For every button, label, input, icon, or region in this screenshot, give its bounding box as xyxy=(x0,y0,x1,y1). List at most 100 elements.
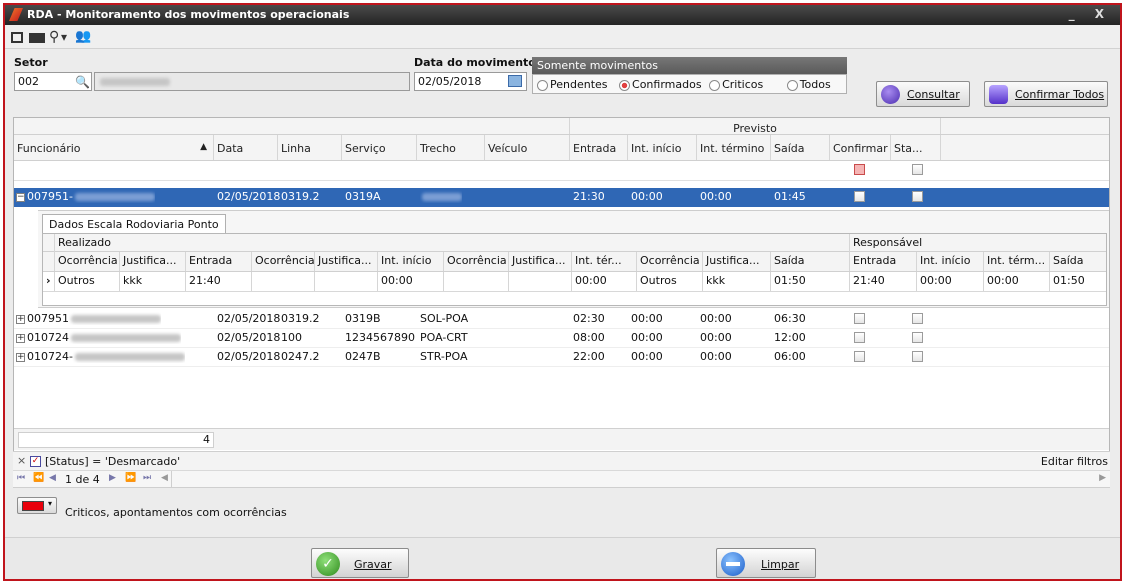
int-termino-cell: 00:00 xyxy=(700,350,732,363)
radio-confirmados[interactable]: Confirmados xyxy=(619,78,702,91)
data-cell: 02/05/2018 xyxy=(217,350,281,363)
magnifier-icon[interactable]: 🔍 xyxy=(75,75,90,89)
users-icon[interactable]: 👥 xyxy=(75,30,91,44)
confirmar-filter-checkbox[interactable] xyxy=(854,164,865,175)
toolbar: ⚲ ▾ 👥 xyxy=(5,25,1120,49)
dcol-int-termino[interactable]: Int. tér... xyxy=(572,252,637,271)
window-title: RDA - Monitoramento dos movimentos opera… xyxy=(27,8,350,21)
expand-icon[interactable]: + xyxy=(16,314,25,324)
dcol-resp-int-inicio[interactable]: Int. início xyxy=(917,252,984,271)
next-page-icon[interactable]: ⏩ xyxy=(125,473,136,483)
dcell xyxy=(444,272,509,291)
col-veiculo[interactable]: Veículo xyxy=(485,135,570,160)
int-inicio-cell: 00:00 xyxy=(631,312,663,325)
main-window: RDA - Monitoramento dos movimentos opera… xyxy=(3,3,1122,581)
dcol-ocorrencia[interactable]: Ocorrência xyxy=(252,252,315,271)
status-filter-checkbox[interactable] xyxy=(912,164,923,175)
col-status[interactable]: Sta... xyxy=(891,135,941,160)
dcol-justifica[interactable]: Justifica... xyxy=(315,252,378,271)
dcell: 21:40 xyxy=(850,272,917,291)
legend-color-picker[interactable]: ▾ xyxy=(17,497,57,514)
setor-label: Setor xyxy=(14,56,48,69)
confirmar-checkbox[interactable] xyxy=(854,191,865,202)
collapse-icon[interactable]: − xyxy=(16,192,25,202)
dcol-justifica[interactable]: Justifica... xyxy=(509,252,572,271)
dcol-resp-entrada[interactable]: Entrada xyxy=(850,252,917,271)
status-checkbox[interactable] xyxy=(912,351,923,362)
col-data[interactable]: Data xyxy=(214,135,278,160)
scroll-left-icon[interactable]: ◀ xyxy=(161,473,168,483)
radio-label: Criticos xyxy=(722,78,764,91)
table-row[interactable]: +010724- 02/05/2018 0247.2 0247B STR-POA… xyxy=(14,348,1109,367)
first-record-icon[interactable]: ⏮ xyxy=(17,473,25,483)
dcol-int-inicio[interactable]: Int. início xyxy=(378,252,444,271)
exit-icon[interactable] xyxy=(11,32,23,43)
dcol-entrada[interactable]: Entrada xyxy=(186,252,252,271)
status-checkbox[interactable] xyxy=(912,332,923,343)
status-checkbox[interactable] xyxy=(912,313,923,324)
radio-pendentes[interactable]: Pendentes xyxy=(537,78,608,91)
filter-active-checkbox[interactable]: ✓ xyxy=(30,456,41,467)
edit-filters-link[interactable]: Editar filtros xyxy=(1041,455,1108,468)
dcol-justifica[interactable]: Justifica... xyxy=(120,252,186,271)
status-radio-group: Pendentes Confirmados Criticos Todos xyxy=(532,74,847,94)
limpar-button[interactable]: Limpar xyxy=(716,548,816,578)
detail-panel: Dados Escala Rodoviaria Ponto Realizado … xyxy=(38,210,1109,308)
dcol-resp-int-termino[interactable]: Int. térm... xyxy=(984,252,1050,271)
consultar-button[interactable]: Consultar xyxy=(876,81,970,107)
dcell: 21:40 xyxy=(186,272,252,291)
last-record-icon[interactable]: ⏭ xyxy=(143,473,151,483)
col-int-inicio[interactable]: Int. início xyxy=(628,135,697,160)
horizontal-scrollbar[interactable] xyxy=(171,471,1098,487)
confirmar-checkbox[interactable] xyxy=(854,313,865,324)
prev-page-icon[interactable]: ⏪ xyxy=(33,473,44,483)
table-row[interactable]: +010724 02/05/2018 100 1234567890 POA-CR… xyxy=(14,329,1109,348)
col-int-termino[interactable]: Int. término xyxy=(697,135,771,160)
confirmar-todos-button[interactable]: Confirmar Todos xyxy=(984,81,1108,107)
dcol-saida[interactable]: Saída xyxy=(771,252,850,271)
linha-cell: 100 xyxy=(281,331,302,344)
limpar-label: Limpar xyxy=(761,558,800,571)
dcell: Outros xyxy=(55,272,120,291)
dcell: 00:00 xyxy=(917,272,984,291)
dcol-resp-saida[interactable]: Saída xyxy=(1050,252,1106,271)
table-row[interactable]: +007951 02/05/2018 0319.2 0319B SOL-POA … xyxy=(14,310,1109,329)
clear-filter-icon[interactable]: × xyxy=(17,454,26,467)
report-icon[interactable] xyxy=(29,33,45,43)
calendar-icon[interactable] xyxy=(508,75,522,87)
tab-dados-escala[interactable]: Dados Escala Rodoviaria Ponto xyxy=(42,214,226,234)
search-icon[interactable]: ⚲ xyxy=(49,30,59,44)
col-entrada[interactable]: Entrada xyxy=(570,135,628,160)
date-value: 02/05/2018 xyxy=(418,75,482,88)
dcol-justifica[interactable]: Justifica... xyxy=(703,252,771,271)
confirmar-todos-label: Confirmar Todos xyxy=(1015,88,1105,101)
detail-row[interactable]: › Outros kkk 21:40 00:00 00:00 Outros kk… xyxy=(43,272,1106,292)
dcol-ocorrencia[interactable]: Ocorrência xyxy=(55,252,120,271)
col-funcionario[interactable]: Funcionário ▲ xyxy=(14,135,214,160)
expand-icon[interactable]: + xyxy=(16,352,25,362)
prev-record-icon[interactable]: ◀ xyxy=(49,473,56,483)
dcol-ocorrencia[interactable]: Ocorrência xyxy=(637,252,703,271)
radio-todos[interactable]: Todos xyxy=(786,78,831,91)
col-servico[interactable]: Serviço xyxy=(342,135,417,160)
dcol-ocorrencia[interactable]: Ocorrência xyxy=(444,252,509,271)
scroll-right-icon[interactable]: ▶ xyxy=(1099,473,1106,483)
status-checkbox[interactable] xyxy=(912,191,923,202)
col-linha[interactable]: Linha xyxy=(278,135,342,160)
table-row[interactable]: −007951- 02/05/2018 0319.2 0319A 21:30 0… xyxy=(14,188,1109,207)
setor-name-field xyxy=(94,72,410,91)
gravar-button[interactable]: ✓ Gravar xyxy=(311,548,409,578)
col-trecho[interactable]: Trecho xyxy=(417,135,485,160)
next-record-icon[interactable]: ▶ xyxy=(109,473,116,483)
radio-criticos[interactable]: Criticos xyxy=(709,78,763,91)
filter-expression: [Status] = 'Desmarcado' xyxy=(45,455,181,468)
col-saida[interactable]: Saída xyxy=(771,135,830,160)
expand-icon[interactable]: + xyxy=(16,333,25,343)
chevron-down-icon[interactable]: ▾ xyxy=(61,30,67,44)
window-controls[interactable]: _ X xyxy=(1069,7,1112,21)
confirmar-checkbox[interactable] xyxy=(854,351,865,362)
col-confirmar[interactable]: Confirmar xyxy=(830,135,891,160)
trecho-cell: STR-POA xyxy=(420,350,468,363)
entrada-cell: 22:00 xyxy=(573,350,605,363)
confirmar-checkbox[interactable] xyxy=(854,332,865,343)
